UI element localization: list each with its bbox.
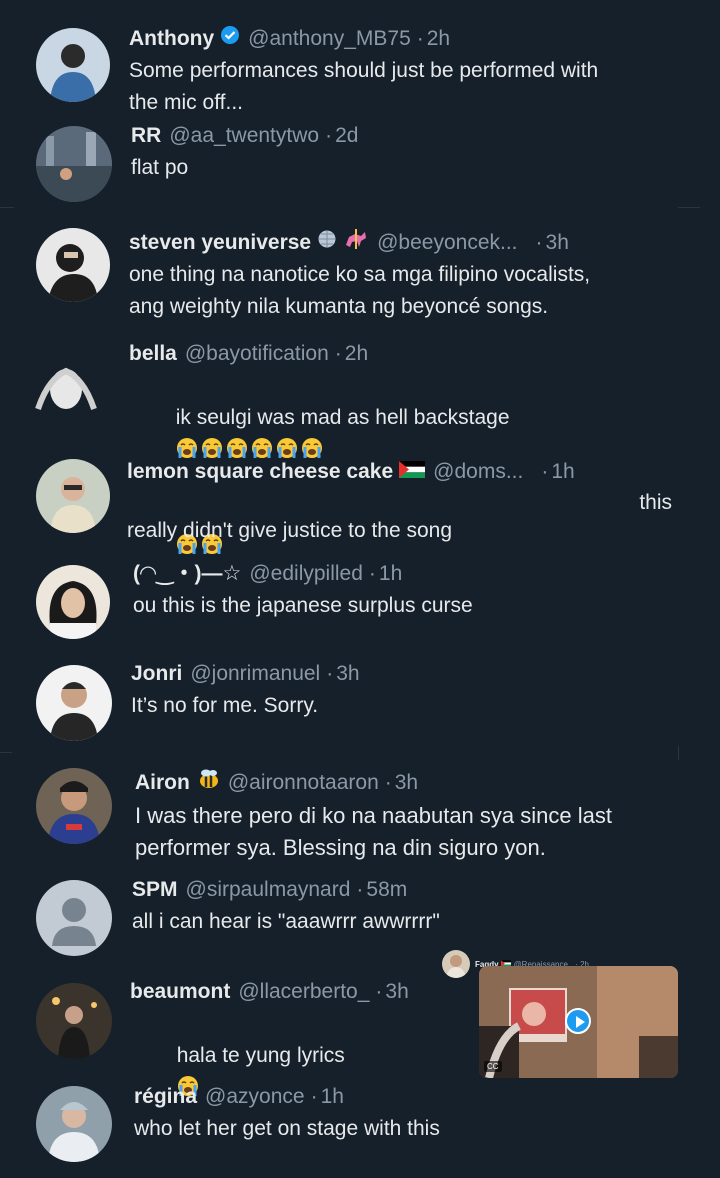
handle[interactable]: @beeyoncek...	[377, 230, 517, 256]
avatar[interactable]	[28, 349, 104, 425]
avatar[interactable]	[36, 126, 112, 202]
display-name[interactable]: steven yeuniverse	[129, 230, 311, 256]
avatar[interactable]	[36, 768, 112, 844]
display-name[interactable]: régina	[134, 1084, 197, 1110]
crying-face-emoji-icon	[226, 438, 251, 461]
separator: ·	[356, 878, 364, 901]
timestamp[interactable]: 1h	[551, 459, 574, 485]
display-name[interactable]: bella	[129, 341, 177, 367]
reply-text: It’s no for me. Sorry.	[131, 694, 319, 717]
avatar[interactable]	[36, 459, 110, 533]
separator: ·	[310, 1085, 318, 1108]
separator: ·	[325, 124, 333, 147]
display-name[interactable]: beaumont	[130, 979, 230, 1005]
separator: ·	[535, 230, 543, 254]
timestamp[interactable]: 3h	[395, 770, 418, 796]
crying-emoji-group	[176, 438, 326, 461]
palestine-flag-emoji-icon	[399, 459, 426, 485]
embed-avatar[interactable]	[442, 950, 470, 978]
avatar[interactable]	[36, 665, 112, 741]
reply-text-content: ik seulgi was mad as hell backstage	[175, 406, 510, 429]
separator: ·	[375, 980, 383, 1003]
handle[interactable]: @edilypilled	[249, 561, 363, 587]
display-name[interactable]: SPM	[132, 877, 178, 903]
handle[interactable]: @bayotification	[185, 341, 329, 367]
timestamp[interactable]: 1h	[321, 1084, 344, 1110]
reply-text: Some performances should just be perform…	[129, 59, 599, 114]
handle[interactable]: @anthony_MB75	[248, 26, 411, 52]
handle[interactable]: @aironnotaaron	[228, 770, 379, 796]
separator: ·	[416, 26, 424, 50]
reply-text: one thing na nanotice ko sa mga filipino…	[129, 263, 591, 318]
avatar[interactable]	[36, 983, 112, 1059]
reply-text: I was there pero di ko na naabutan sya s…	[135, 803, 612, 860]
display-name[interactable]: Jonri	[131, 661, 182, 687]
divider	[678, 746, 679, 760]
separator: ·	[334, 342, 342, 365]
avatar[interactable]	[36, 880, 112, 956]
handle[interactable]: @jonrimanuel	[190, 661, 320, 687]
crying-face-emoji-icon	[251, 438, 276, 461]
replies-feed: Anthony @anthony_MB75 · 2h Some performa…	[0, 0, 720, 1178]
reply-text: really didn't give justice to the song	[127, 519, 453, 542]
timestamp[interactable]: 2h	[427, 26, 450, 52]
handle[interactable]: @doms...	[433, 459, 523, 485]
reply-text: all i can hear is "aaawrrr awwrrrr"	[132, 910, 440, 933]
bee-emoji-icon	[196, 768, 220, 797]
reply-text: who let her get on stage with this	[134, 1117, 440, 1140]
handle[interactable]: @sirpaulmaynard	[186, 877, 351, 903]
divider	[0, 207, 14, 208]
reply-text-content: hala te yung lyrics	[176, 1044, 345, 1067]
display-name[interactable]: RR	[131, 123, 161, 149]
separator: ·	[326, 662, 334, 685]
divider	[0, 752, 12, 753]
carousel-horse-emoji-icon	[343, 229, 369, 256]
timestamp[interactable]: 2h	[345, 341, 368, 367]
crying-face-emoji-icon	[176, 438, 201, 461]
timestamp[interactable]: 1h	[379, 561, 402, 587]
separator: ·	[384, 770, 392, 794]
avatar[interactable]	[36, 565, 110, 639]
avatar[interactable]	[36, 1086, 112, 1162]
display-name[interactable]: Anthony	[129, 26, 214, 52]
handle[interactable]: @aa_twentytwo	[169, 123, 319, 149]
crying-face-emoji-icon	[301, 438, 326, 461]
handle[interactable]: @llacerberto_	[238, 979, 369, 1005]
timestamp[interactable]: 3h	[546, 230, 569, 256]
separator: ·	[368, 562, 376, 585]
disco-ball-emoji-icon	[317, 229, 337, 256]
handle[interactable]: @azyonce	[205, 1084, 305, 1110]
verified-badge-icon	[220, 25, 240, 52]
timestamp[interactable]: 2d	[335, 123, 358, 149]
display-name[interactable]: Airon	[135, 770, 190, 796]
timestamp[interactable]: 58m	[366, 877, 407, 903]
reply-text: flat po	[131, 156, 189, 179]
avatar[interactable]	[36, 228, 110, 302]
separator: ·	[541, 460, 549, 483]
crying-face-emoji-icon	[201, 438, 226, 461]
display-name[interactable]: (◠‿・)—☆	[133, 561, 241, 587]
avatar[interactable]	[36, 28, 110, 102]
timestamp[interactable]: 3h	[336, 661, 359, 687]
crying-face-emoji-icon	[276, 438, 301, 461]
display-name[interactable]: lemon square cheese cake	[127, 459, 393, 485]
reply-text: ou this is the japanese surplus curse	[133, 594, 473, 617]
divider	[678, 207, 700, 208]
timestamp[interactable]: 3h	[385, 979, 408, 1005]
